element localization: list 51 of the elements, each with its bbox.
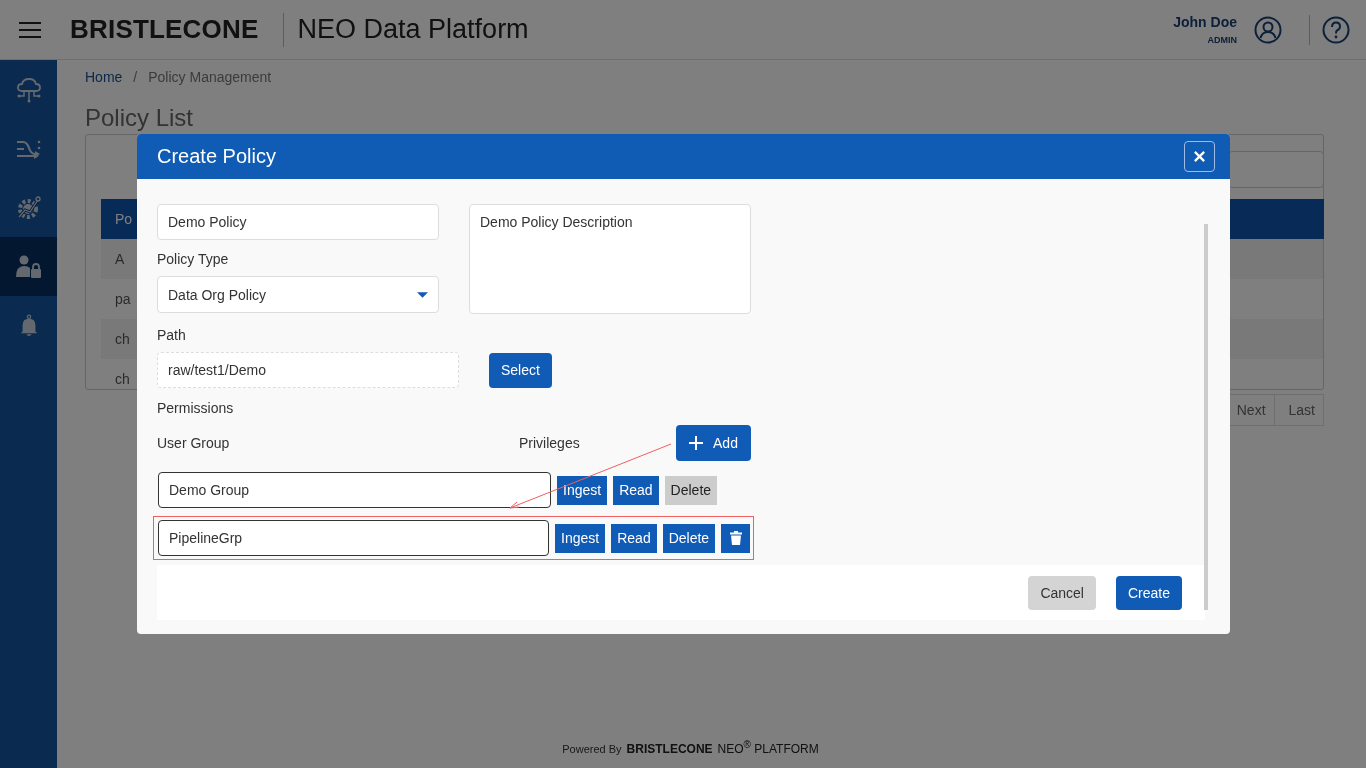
privilege-toggle[interactable]: Read — [611, 523, 657, 553]
dialog-title: Create Policy — [157, 145, 276, 168]
user-lock-icon — [14, 253, 43, 280]
footer-product: NEO$^{®}$ PLATFORM — [717, 739, 819, 756]
path-field[interactable]: raw/test1/Demo — [157, 352, 459, 388]
column-label: Privileges — [519, 435, 581, 451]
breadcrumb-separator: / — [133, 69, 138, 85]
privilege-toggle[interactable]: Read — [613, 475, 659, 505]
gear-chart-icon — [15, 194, 42, 221]
footer-brand: BRISTLECONE — [626, 742, 713, 756]
privilege-toggle[interactable]: Delete — [662, 523, 716, 553]
breadcrumb-link[interactable]: Home — [85, 69, 123, 85]
table-cell: ch — [115, 331, 130, 347]
brand-logo: BRISTLECONE — [70, 14, 259, 45]
user-group-field[interactable]: Demo Group — [158, 472, 551, 508]
user-icon[interactable] — [1254, 15, 1282, 44]
user-name: John Doe — [1173, 14, 1237, 30]
select-button[interactable]: Select — [489, 352, 552, 388]
policy-name-field[interactable]: Demo Policy — [157, 204, 439, 240]
close-button[interactable] — [1184, 141, 1215, 172]
user-group-field[interactable]: PipelineGrp — [158, 520, 550, 556]
caret-icon — [417, 291, 428, 298]
trash-icon — [729, 531, 742, 545]
add-button[interactable]: Add — [676, 425, 751, 461]
privilege-toggle[interactable]: Ingest — [557, 475, 608, 505]
table-cell: A — [115, 251, 125, 267]
field-label: Policy Type — [157, 251, 230, 267]
search-field[interactable] — [1228, 151, 1324, 188]
privilege-toggle[interactable]: Delete — [664, 475, 718, 505]
page-title: Policy List — [85, 104, 195, 132]
help-icon[interactable] — [1322, 15, 1350, 44]
breadcrumb-current: Policy Management — [148, 69, 272, 85]
policy-type-dropdown[interactable]: Data Org Policy — [157, 276, 439, 313]
cancel-button[interactable]: Cancel — [1028, 575, 1096, 610]
menu-icon[interactable] — [19, 21, 41, 38]
column-header: Po — [115, 211, 133, 227]
create-button[interactable]: Create — [1115, 575, 1182, 610]
cloud-network-icon — [15, 76, 42, 103]
close-icon — [1193, 150, 1206, 163]
section-label: Permissions — [157, 400, 235, 416]
powered-by-text: Powered By — [562, 743, 622, 755]
user-role: ADMIN — [1207, 35, 1237, 45]
field-label: Path — [157, 327, 187, 343]
app-title: NEO Data Platform — [297, 14, 529, 45]
description-field[interactable]: Demo Policy Description — [469, 204, 751, 314]
scrollbar[interactable] — [1204, 224, 1208, 610]
privilege-toggle[interactable]: Ingest — [555, 523, 606, 553]
column-label: User Group — [157, 435, 231, 451]
plus-icon — [689, 436, 704, 450]
delete-row-button[interactable] — [721, 523, 750, 553]
sidebar-item[interactable] — [0, 237, 57, 296]
